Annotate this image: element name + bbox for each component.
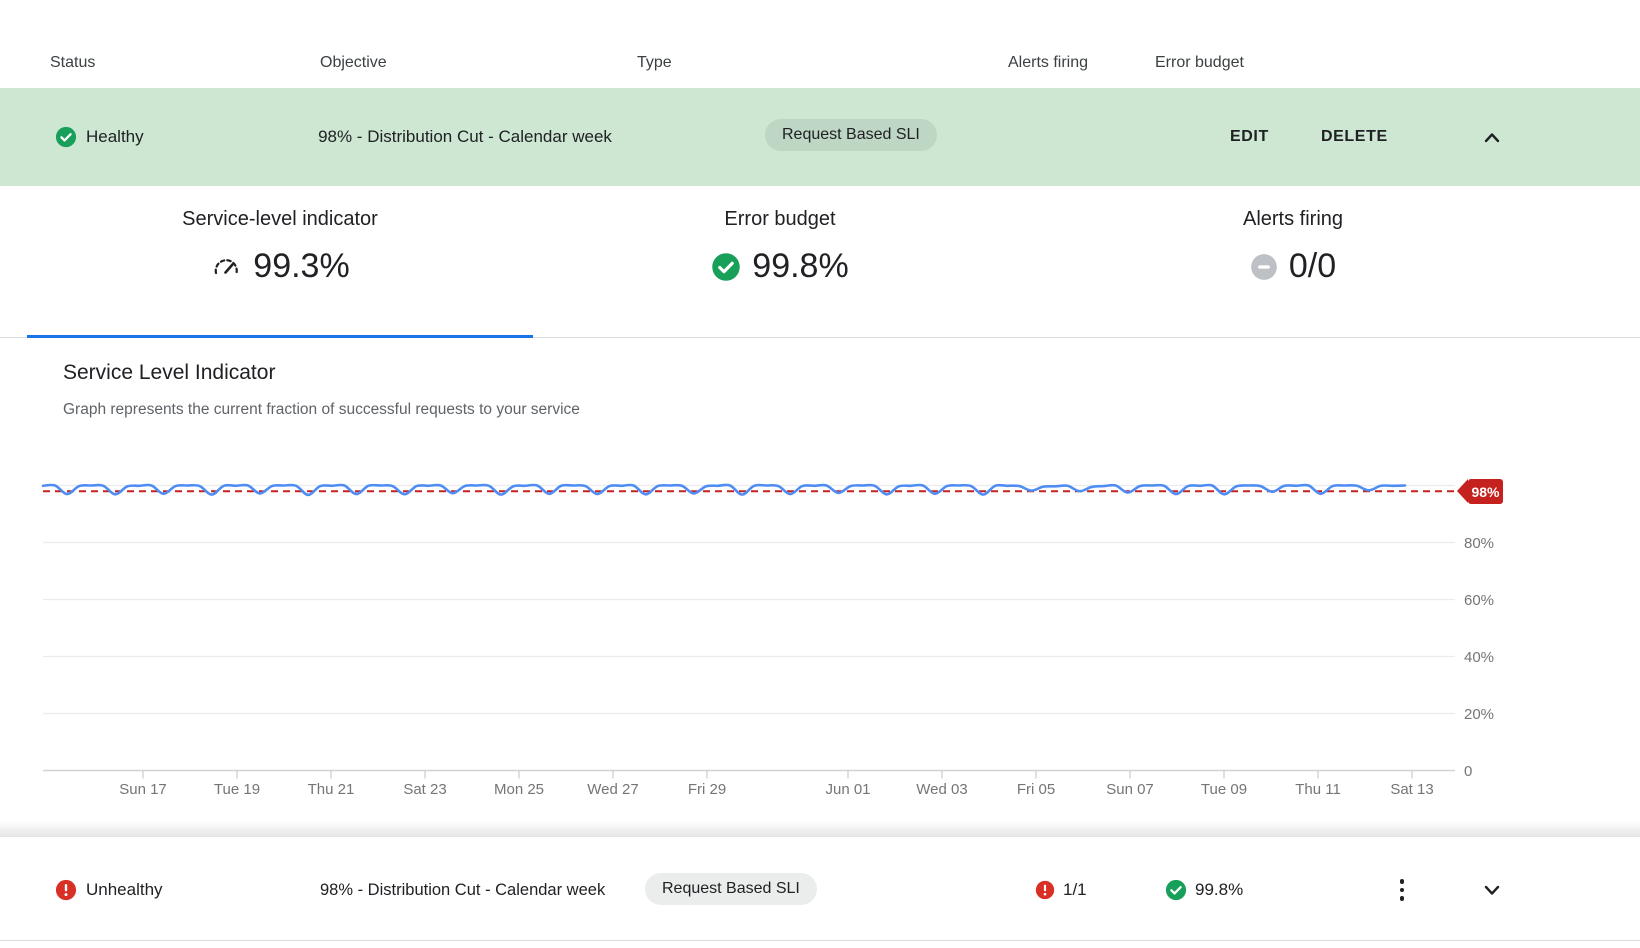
- gauge-icon: [210, 251, 242, 283]
- error-budget-value: 99.8%: [752, 247, 848, 286]
- card-shadow-divider: [0, 821, 1640, 836]
- collapse-row-button[interactable]: [1478, 124, 1506, 152]
- expand-row-button[interactable]: [1478, 876, 1506, 904]
- error-circle-icon: [1035, 880, 1055, 900]
- x-tick-label: Sat 13: [1390, 781, 1433, 798]
- x-tick-label: Wed 27: [587, 781, 638, 798]
- delete-button[interactable]: DELETE: [1321, 88, 1388, 186]
- alerts-firing-cell: 1/1: [1035, 837, 1087, 942]
- x-tick-label: Thu 21: [308, 781, 355, 798]
- check-circle-icon: [711, 252, 741, 282]
- x-tick-label: Wed 03: [916, 781, 967, 798]
- error-circle-icon: [55, 879, 77, 901]
- alerts-firing-value: 0/0: [1289, 247, 1336, 286]
- column-header-alerts-firing: Alerts firing: [1008, 54, 1088, 72]
- x-tick-label: Jun 01: [825, 781, 870, 798]
- x-tick-label: Thu 11: [1295, 781, 1341, 798]
- status-label: Healthy: [86, 127, 144, 147]
- chevron-down-icon: [1478, 876, 1506, 904]
- edit-button[interactable]: EDIT: [1230, 88, 1269, 186]
- metric-label: Error budget: [620, 208, 940, 231]
- metric-service-level-indicator: Service-level indicator 99.3%: [120, 208, 440, 286]
- chevron-up-icon: [1478, 124, 1506, 152]
- x-tick-label: Mon 25: [494, 781, 544, 798]
- y-tick-label: 40%: [1464, 649, 1508, 666]
- status-cell: Unhealthy: [55, 837, 163, 942]
- sli-chart-card: Service Level Indicator Graph represents…: [0, 338, 1640, 821]
- metric-alerts-firing: Alerts firing 0/0: [1133, 208, 1453, 286]
- metric-label: Alerts firing: [1133, 208, 1453, 231]
- objective-text: 98% - Distribution Cut - Calendar week: [270, 88, 660, 186]
- y-tick-label: 20%: [1464, 706, 1508, 723]
- y-tick-label: 0: [1464, 763, 1508, 780]
- metric-error-budget: Error budget 99.8%: [620, 208, 940, 286]
- threshold-98-marker: 98%: [1468, 479, 1503, 504]
- x-tick-label: Tue 09: [1201, 781, 1247, 798]
- column-header-error-budget: Error budget: [1155, 54, 1244, 72]
- active-tab-indicator: [27, 335, 533, 338]
- slo-row-unhealthy[interactable]: Unhealthy 98% - Distribution Cut - Calen…: [0, 836, 1640, 941]
- alerts-firing-value: 1/1: [1063, 880, 1087, 900]
- column-header-status: Status: [50, 54, 95, 72]
- check-circle-icon: [1165, 879, 1187, 901]
- x-tick-label: Fri 29: [688, 781, 726, 798]
- x-tick-label: Sun 17: [119, 781, 167, 798]
- column-header-type: Type: [637, 54, 672, 72]
- x-tick-label: Tue 19: [214, 781, 260, 798]
- column-header-objective: Objective: [320, 54, 387, 72]
- healthy-check-icon: [55, 126, 77, 148]
- error-budget-value: 99.8%: [1195, 880, 1243, 900]
- status-cell: Healthy: [55, 88, 144, 186]
- x-tick-label: Sun 07: [1106, 781, 1154, 798]
- x-tick-label: Fri 05: [1017, 781, 1055, 798]
- sli-line-chart: [0, 338, 1640, 821]
- x-tick-label: Sat 23: [403, 781, 446, 798]
- slo-panel: Status Objective Type Alerts firing Erro…: [0, 0, 1640, 948]
- y-tick-label: 80%: [1464, 535, 1508, 552]
- sli-value: 99.3%: [253, 247, 349, 286]
- sli-type-chip: Request Based SLI: [765, 119, 937, 151]
- metric-label: Service-level indicator: [120, 208, 440, 231]
- more-options-button[interactable]: [1392, 871, 1412, 909]
- y-tick-label: 60%: [1464, 592, 1508, 609]
- status-label: Unhealthy: [86, 880, 163, 900]
- error-budget-cell: 99.8%: [1165, 837, 1243, 942]
- sli-type-chip: Request Based SLI: [645, 873, 817, 905]
- objective-text: 98% - Distribution Cut - Calendar week: [320, 837, 620, 942]
- slo-detail-panel: Service-level indicator 99.3% Error budg…: [0, 186, 1640, 336]
- neutral-minus-icon: [1250, 253, 1278, 281]
- slo-row-healthy[interactable]: Healthy 98% - Distribution Cut - Calenda…: [0, 88, 1640, 186]
